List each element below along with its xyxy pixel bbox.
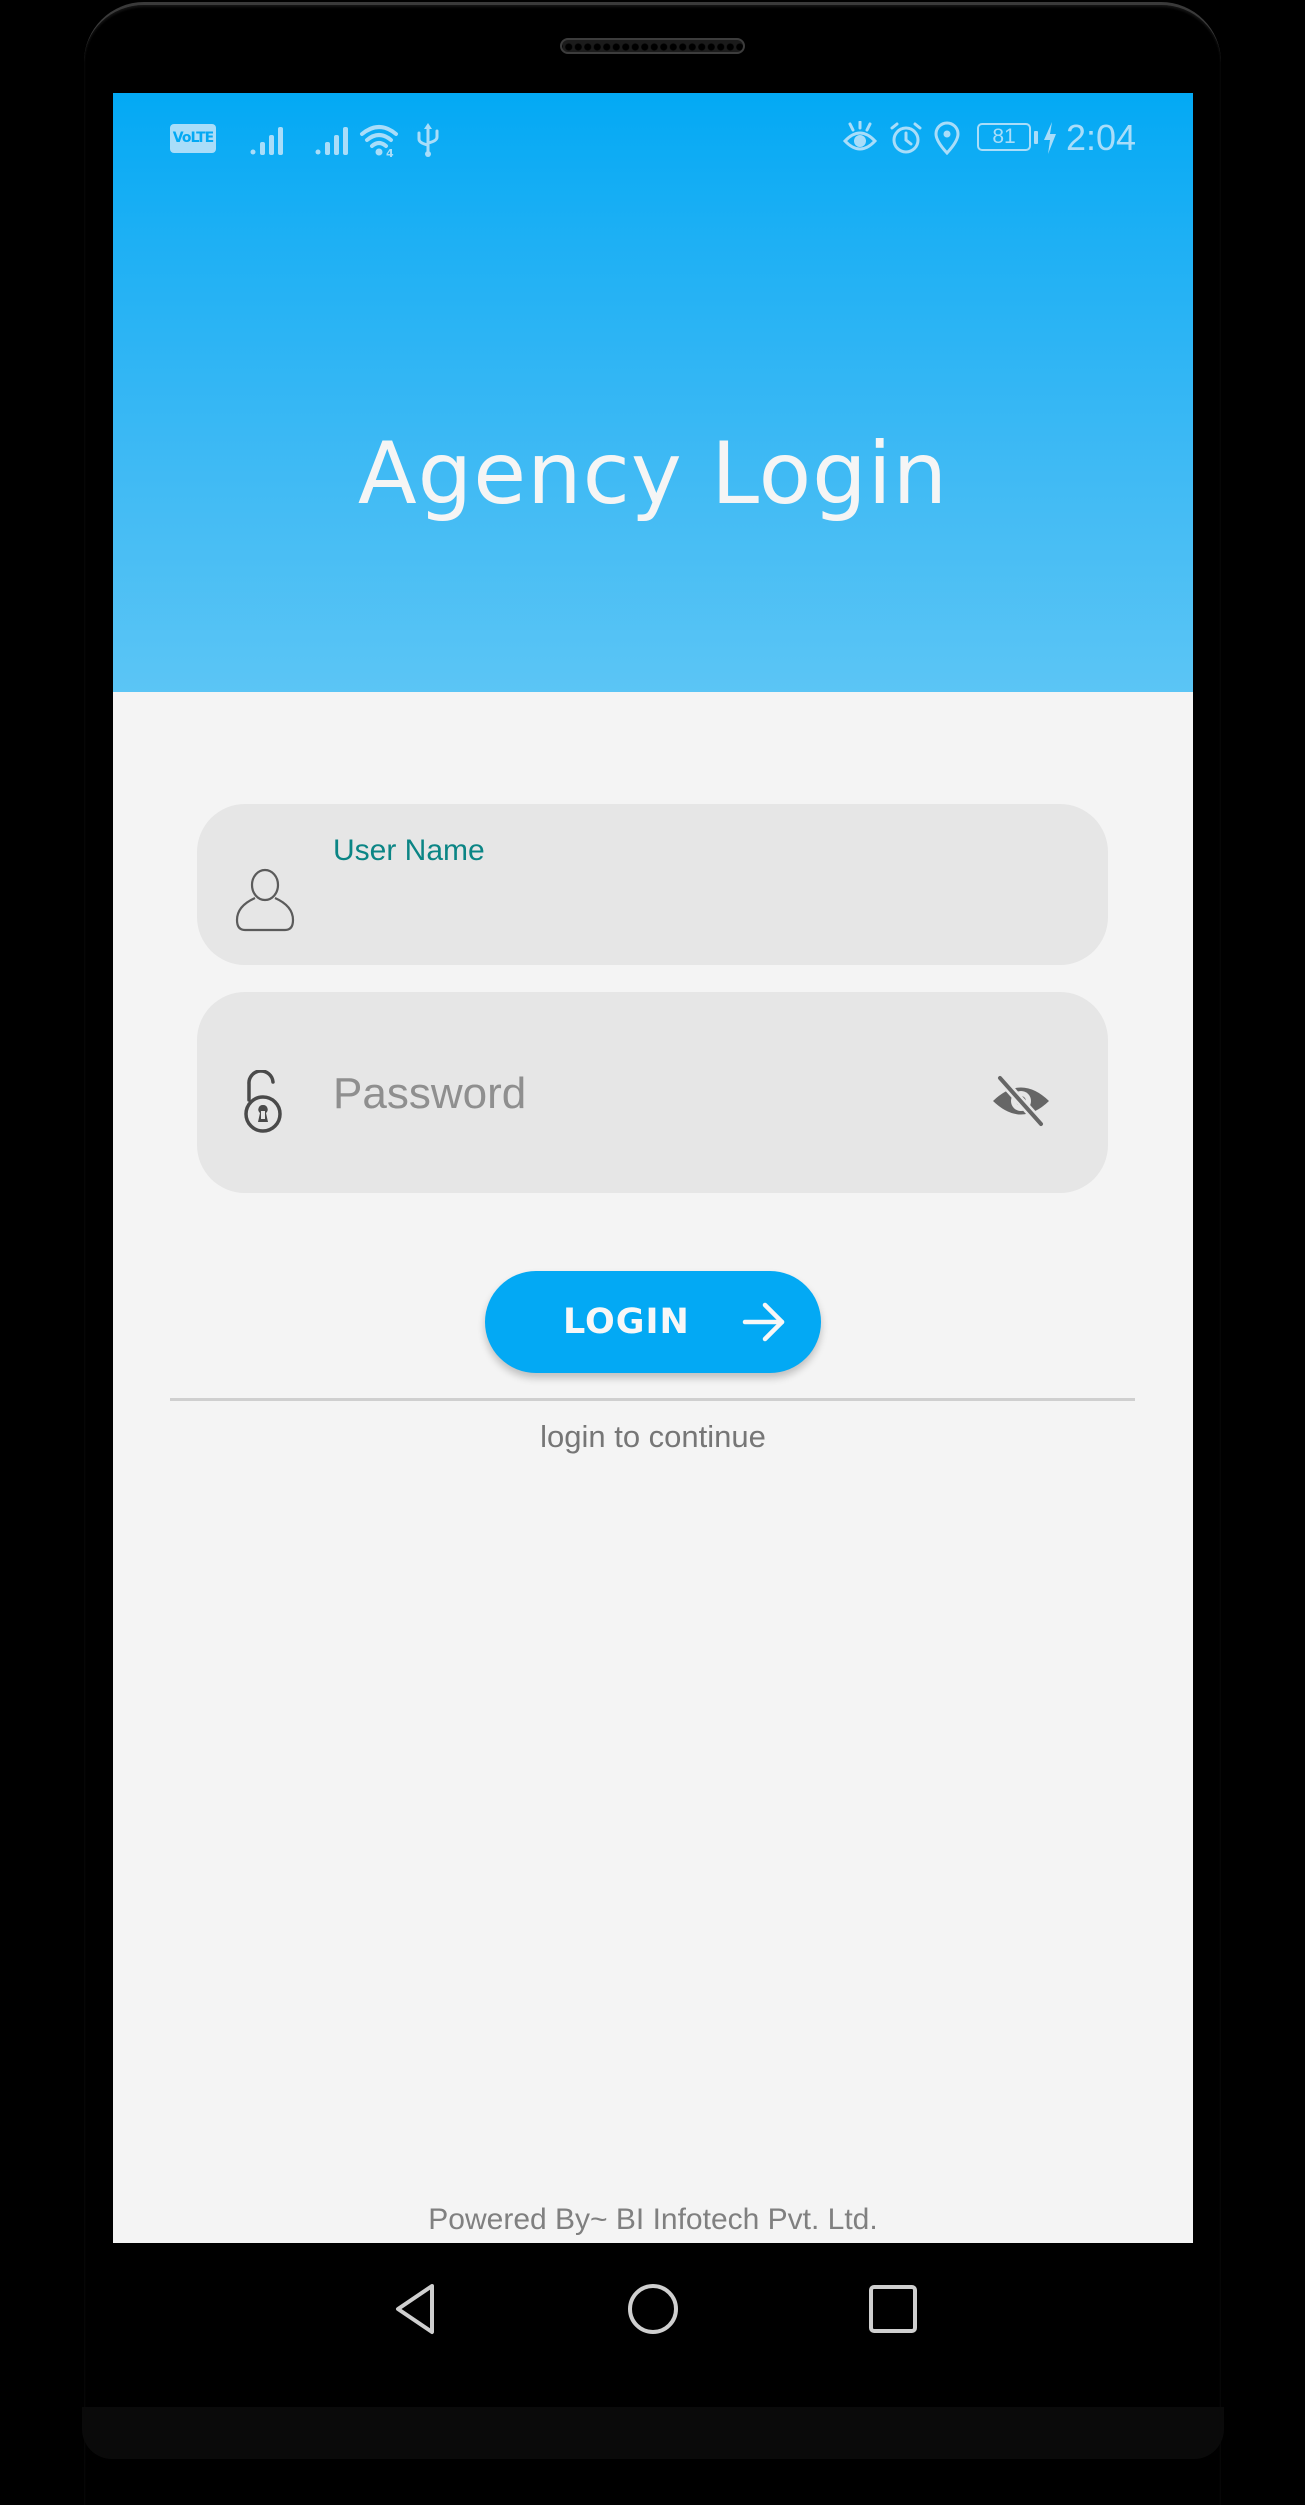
status-time: 2:04 <box>1066 117 1137 158</box>
password-input[interactable] <box>333 1062 1033 1126</box>
signal-sim1-icon <box>250 127 283 155</box>
eye-comfort-icon <box>842 121 878 151</box>
home-icon[interactable] <box>626 2282 680 2336</box>
usb-icon <box>417 123 439 157</box>
username-label: User Name <box>333 834 485 867</box>
earpiece-speaker <box>560 38 745 54</box>
password-field[interactable] <box>197 992 1108 1193</box>
login-button-label: LOGIN <box>563 1302 690 1342</box>
battery-tip <box>1034 131 1038 144</box>
signal-sim2-icon <box>315 127 348 155</box>
arrow-right-icon <box>742 1302 785 1342</box>
powered-by-footer: Powered By~ BI Infotech Pvt. Ltd. <box>428 2203 878 2236</box>
app-screen: VoLTE 4 81 2:04 Agency Login User Name L… <box>113 93 1193 2243</box>
visibility-off-icon[interactable] <box>991 1074 1051 1128</box>
username-input[interactable] <box>333 879 1033 939</box>
recents-icon[interactable] <box>866 2282 920 2336</box>
svg-text:4: 4 <box>386 147 394 157</box>
location-icon <box>934 121 960 155</box>
login-hint: login to continue <box>540 1419 766 1454</box>
page-title: Agency Login <box>357 423 949 524</box>
battery-indicator: 81 <box>977 123 1031 151</box>
alarm-icon <box>890 122 922 154</box>
login-button[interactable]: LOGIN <box>485 1271 821 1373</box>
header-banner: VoLTE 4 81 2:04 Agency Login <box>113 93 1193 692</box>
back-icon[interactable] <box>390 2282 444 2336</box>
lock-open-icon <box>244 1070 282 1133</box>
status-bar: VoLTE 4 81 2:04 <box>113 93 1193 183</box>
phone-bottom-bezel <box>82 2407 1224 2459</box>
charging-bolt-icon <box>1044 122 1056 154</box>
person-outline-icon <box>235 868 295 932</box>
divider <box>170 1398 1135 1401</box>
username-field[interactable]: User Name <box>197 804 1108 965</box>
volte-icon: VoLTE <box>170 124 216 153</box>
wifi-icon: 4 <box>360 125 398 157</box>
